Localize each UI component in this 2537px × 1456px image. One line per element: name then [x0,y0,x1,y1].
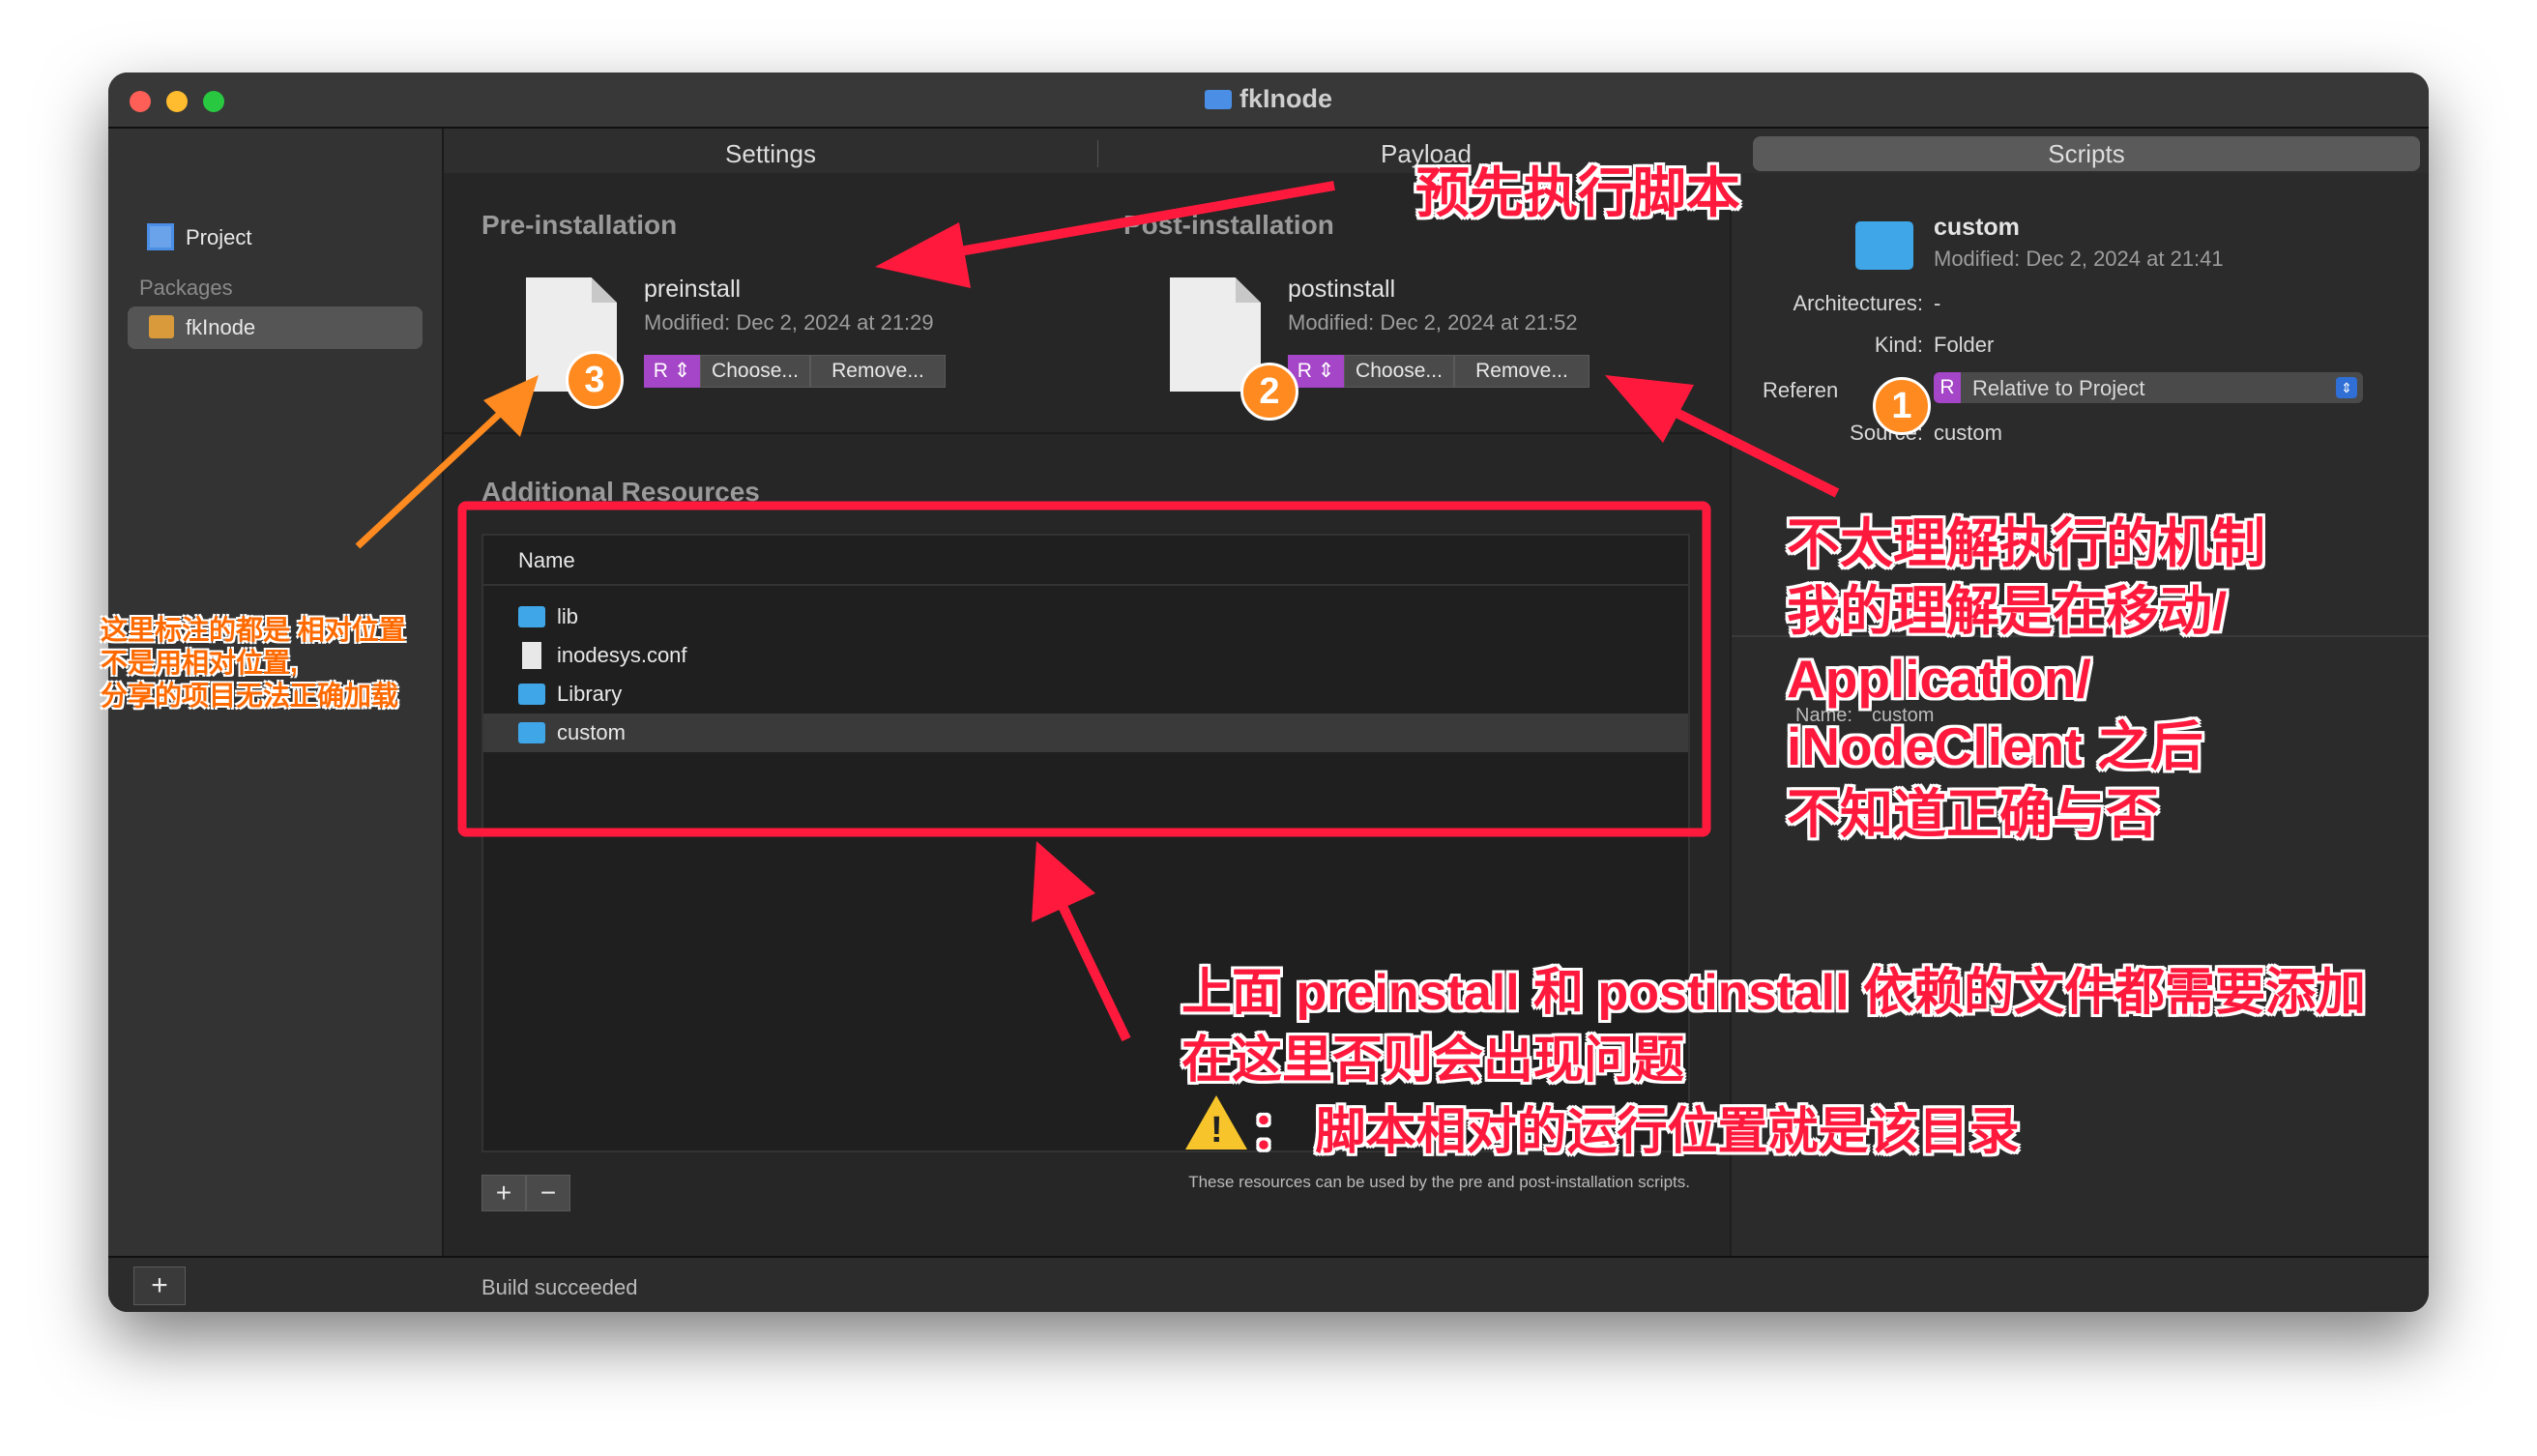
annotation-line: 在这里否则会出现问题 [1181,1033,1685,1089]
arrow-to-remove [1605,375,1840,498]
annotation-pre-script: 预先执行脚本 [1415,162,1740,223]
annotation-line: 不是用相对位置, [101,648,298,678]
arrow-to-preinstall [875,181,1335,288]
annotation-line: 上面 preinstall 和 postinstall 依赖的文件都需要添加 [1181,965,2366,1021]
badge-2: 2 [1240,363,1298,421]
annotation-line: 分享的项目无法正确加载 [101,681,399,711]
resources-highlight-box [457,501,1711,837]
annotation-line: iNodeClient 之后 [1787,716,2203,776]
annotation-dependencies: 上面 preinstall 和 postinstall 依赖的文件都需要添加 在… [1181,959,2366,1094]
annotation-line: 不知道正确与否 [1787,784,2160,844]
annotation-line: 不太理解执行的机制 [1787,513,2266,573]
annotation-line: 这里标注的都是 相对位置 [101,615,406,645]
arrow-to-resources [1032,841,1131,1042]
annotation-line: Application/ [1787,649,2091,709]
arrow-to-preinstall-icon [355,375,539,549]
badge-3: 3 [566,351,624,409]
annotation-mechanism: 不太理解执行的机制 我的理解是在移动/ Application/ iNodeCl… [1787,510,2265,848]
annotation-line: 我的理解是在移动/ [1787,581,2228,641]
annotation-relative: 这里标注的都是 相对位置 不是用相对位置, 分享的项目无法正确加载 [101,614,406,713]
warning-mark: ! [1210,1110,1223,1150]
badge-1: 1 [1873,377,1931,435]
annotation-warning: ： 脚本相对的运行位置就是该目录 [1251,1104,2020,1160]
